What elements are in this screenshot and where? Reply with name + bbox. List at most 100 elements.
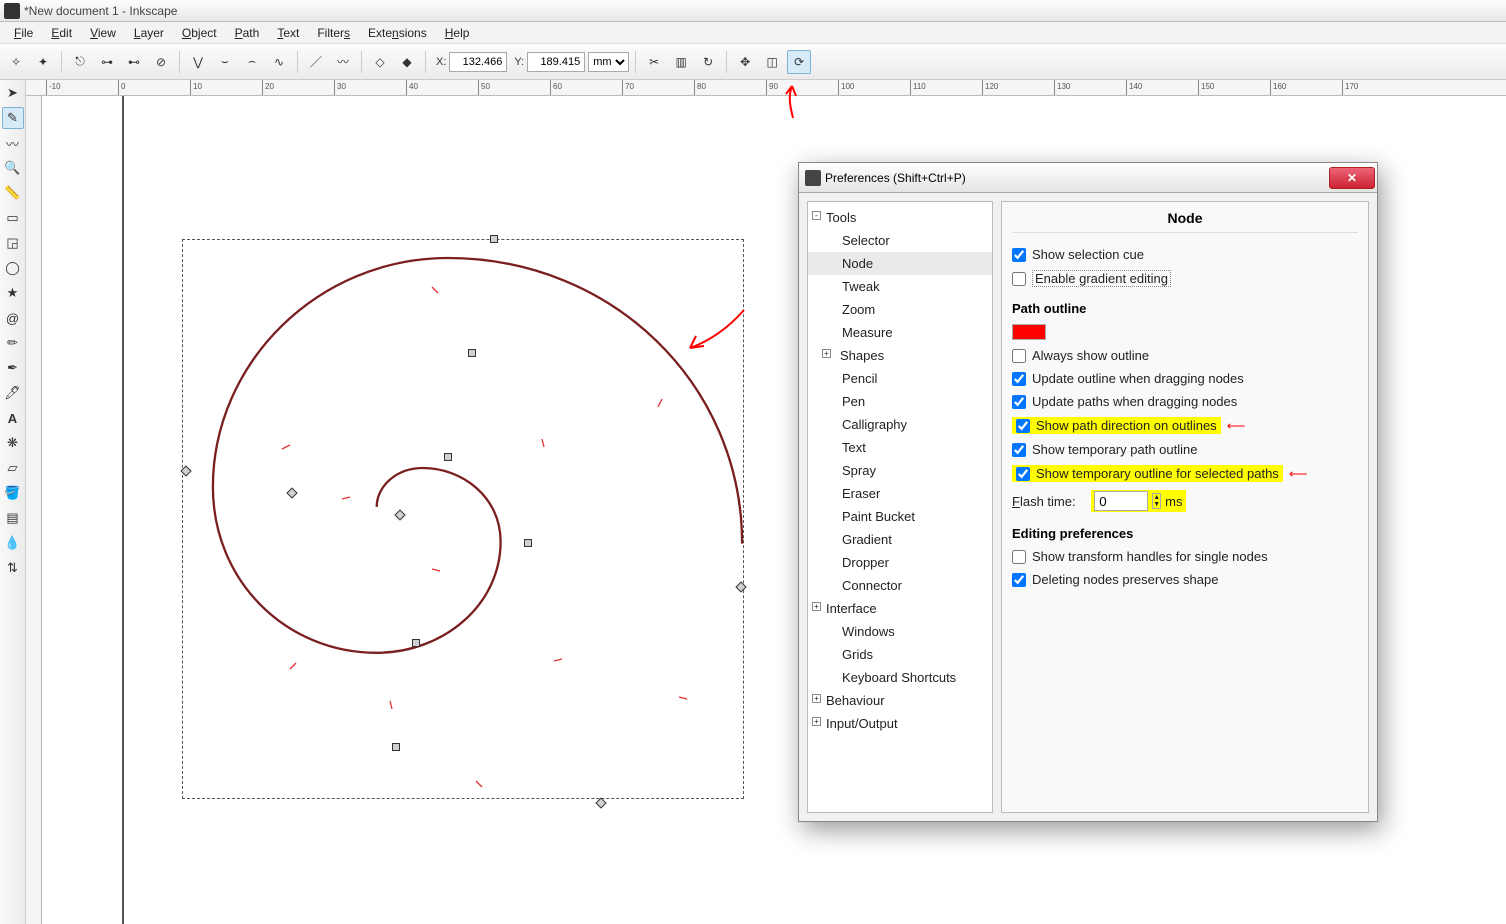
tree-expand-icon[interactable]: + — [812, 602, 821, 611]
menu-extensions[interactable]: Extensions — [360, 24, 435, 42]
show-handles-icon[interactable]: ✥ — [733, 50, 757, 74]
node-handle[interactable] — [524, 539, 532, 547]
stroke-to-path-icon[interactable]: ◆ — [395, 50, 419, 74]
delete-segment-icon[interactable]: ⊘ — [149, 50, 173, 74]
zoom-tool-icon[interactable]: 🔍 — [2, 157, 24, 179]
show-temp-outline-selected-checkbox[interactable] — [1016, 467, 1030, 481]
node-handle[interactable] — [444, 453, 452, 461]
show-selection-cue-checkbox[interactable] — [1012, 248, 1026, 262]
tree-expand-icon[interactable]: - — [812, 211, 821, 220]
pref-tree-item[interactable]: Dropper — [808, 551, 992, 574]
flash-spinner-down[interactable]: ▼ — [1153, 501, 1160, 508]
update-outline-dragging-checkbox[interactable] — [1012, 372, 1026, 386]
node-smooth-icon[interactable]: ⌣ — [213, 50, 237, 74]
spiral-path[interactable] — [182, 239, 744, 809]
outline-color-swatch[interactable] — [1012, 324, 1046, 340]
eraser-tool-icon[interactable]: ▱ — [2, 457, 24, 479]
node-auto-icon[interactable]: ∿ — [267, 50, 291, 74]
box3d-tool-icon[interactable]: ◲ — [2, 232, 24, 254]
show-transform-handles-checkbox[interactable] — [1012, 550, 1026, 564]
pref-tree-item[interactable]: Tweak — [808, 275, 992, 298]
node-tool-icon[interactable]: ✎ — [2, 107, 24, 129]
pref-tree-item[interactable]: Measure — [808, 321, 992, 344]
ellipse-tool-icon[interactable]: ◯ — [2, 257, 24, 279]
pref-tree-item[interactable]: Gradient — [808, 528, 992, 551]
star-tool-icon[interactable]: ★ — [2, 282, 24, 304]
join-segment-icon[interactable]: ⊷ — [122, 50, 146, 74]
show-temp-outline-checkbox[interactable] — [1012, 443, 1026, 457]
update-paths-dragging-checkbox[interactable] — [1012, 395, 1026, 409]
edit-mask-icon[interactable]: ▥ — [669, 50, 693, 74]
measure-tool-icon[interactable]: 📏 — [2, 182, 24, 204]
pref-tree-item[interactable]: Keyboard Shortcuts — [808, 666, 992, 689]
spiral-tool-icon[interactable]: @ — [2, 307, 24, 329]
node-symmetric-icon[interactable]: ⌢ — [240, 50, 264, 74]
always-show-outline-checkbox[interactable] — [1012, 349, 1026, 363]
segment-curve-icon[interactable]: 〰 — [331, 50, 355, 74]
node-handle[interactable] — [468, 349, 476, 357]
pref-tree-item[interactable]: +Input/Output — [808, 712, 992, 735]
object-to-path-icon[interactable]: ◇ — [368, 50, 392, 74]
pref-tree-item[interactable]: Grids — [808, 643, 992, 666]
pref-tree-item[interactable]: Eraser — [808, 482, 992, 505]
show-path-direction-checkbox[interactable] — [1016, 419, 1030, 433]
pencil-tool-icon[interactable]: ✏ — [2, 332, 24, 354]
gradient-tool-icon[interactable]: ▤ — [2, 507, 24, 529]
tree-expand-icon[interactable]: + — [822, 349, 831, 358]
break-path-icon[interactable]: ⎋ — [68, 50, 92, 74]
node-handle[interactable] — [392, 743, 400, 751]
menu-help[interactable]: Help — [437, 24, 478, 42]
node-handle[interactable] — [412, 639, 420, 647]
pref-tree-item[interactable]: Pencil — [808, 367, 992, 390]
pref-tree-item[interactable]: Text — [808, 436, 992, 459]
dialog-titlebar[interactable]: Preferences (Shift+Ctrl+P) ✕ — [799, 163, 1377, 193]
node-cusp-icon[interactable]: ⋁ — [186, 50, 210, 74]
pref-tree-item[interactable]: Zoom — [808, 298, 992, 321]
pref-tree-item[interactable]: Pen — [808, 390, 992, 413]
menu-text[interactable]: Text — [269, 24, 307, 42]
delete-node-icon[interactable]: ✦ — [31, 50, 55, 74]
x-input[interactable] — [449, 52, 507, 72]
menu-view[interactable]: View — [82, 24, 124, 42]
pref-tree-item[interactable]: Calligraphy — [808, 413, 992, 436]
pen-tool-icon[interactable]: ✒ — [2, 357, 24, 379]
menu-path[interactable]: Path — [227, 24, 268, 42]
spray-tool-icon[interactable]: ❋ — [2, 432, 24, 454]
join-nodes-icon[interactable]: ⊶ — [95, 50, 119, 74]
pref-tree-item[interactable]: Connector — [808, 574, 992, 597]
menu-layer[interactable]: Layer — [126, 24, 172, 42]
pref-tree-item[interactable]: Selector — [808, 229, 992, 252]
pref-tree-item[interactable]: Spray — [808, 459, 992, 482]
paint-bucket-tool-icon[interactable]: 🪣 — [2, 482, 24, 504]
pref-tree-item[interactable]: +Interface — [808, 597, 992, 620]
tree-expand-icon[interactable]: + — [812, 694, 821, 703]
pref-tree-item[interactable]: Windows — [808, 620, 992, 643]
text-tool-icon[interactable]: A — [2, 407, 24, 429]
unit-select[interactable]: mm — [588, 52, 629, 72]
menu-edit[interactable]: Edit — [43, 24, 80, 42]
menu-object[interactable]: Object — [174, 24, 225, 42]
calligraphy-tool-icon[interactable]: 🖊 — [2, 382, 24, 404]
connector-tool-icon[interactable]: ⇅ — [2, 557, 24, 579]
deleting-preserves-checkbox[interactable] — [1012, 573, 1026, 587]
flash-time-input[interactable] — [1094, 491, 1148, 511]
tweak-tool-icon[interactable]: 〰 — [2, 132, 24, 154]
close-button[interactable]: ✕ — [1329, 167, 1375, 189]
flash-spinner-up[interactable]: ▲ — [1153, 494, 1160, 501]
rectangle-tool-icon[interactable]: ▭ — [2, 207, 24, 229]
show-path-direction-toggle-icon[interactable]: ⟳ — [787, 50, 811, 74]
show-outline-icon[interactable]: ◫ — [760, 50, 784, 74]
insert-node-icon[interactable]: ✧ — [4, 50, 28, 74]
enable-gradient-editing-checkbox[interactable] — [1012, 272, 1026, 286]
menu-file[interactable]: File — [6, 24, 41, 42]
pref-tree-item[interactable]: +Shapes — [808, 344, 992, 367]
menu-filters[interactable]: Filters — [309, 24, 358, 42]
next-path-effect-icon[interactable]: ↻ — [696, 50, 720, 74]
pref-tree-item[interactable]: Paint Bucket — [808, 505, 992, 528]
pref-tree-item[interactable]: -Tools — [808, 206, 992, 229]
selector-tool-icon[interactable]: ➤ — [2, 82, 24, 104]
tree-expand-icon[interactable]: + — [812, 717, 821, 726]
edit-clip-icon[interactable]: ✂ — [642, 50, 666, 74]
pref-tree-item[interactable]: Node — [808, 252, 992, 275]
pref-tree-item[interactable]: +Behaviour — [808, 689, 992, 712]
